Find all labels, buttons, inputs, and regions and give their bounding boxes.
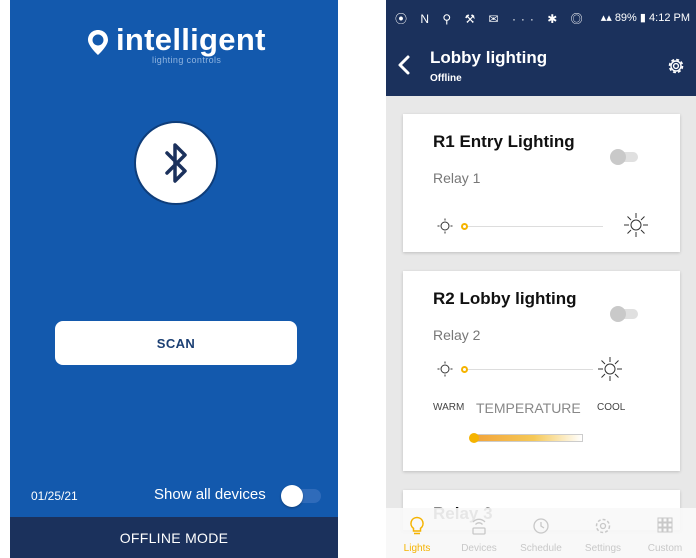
relay-card-subtitle: Relay 2 (433, 327, 481, 343)
bright-sun-icon (624, 213, 648, 237)
toggle-knob (281, 485, 303, 507)
logo-text: intelligent (116, 22, 266, 57)
relay-card[interactable]: R2 Lobby lighting Relay 2 WARM TEMPERATU… (403, 271, 680, 471)
nav-label: Lights (403, 543, 431, 554)
clock-icon (533, 518, 549, 534)
back-arrow-icon[interactable] (396, 54, 412, 76)
nav-tab-schedule[interactable]: Schedule (510, 508, 572, 558)
status-right: ▴▴ 89% ▮ 4:12 PM (601, 11, 690, 24)
temperature-cool-label: COOL (597, 402, 626, 413)
logo-subtitle: lighting controls (152, 55, 222, 65)
show-all-devices-toggle[interactable] (281, 485, 321, 507)
nav-label: Schedule (520, 543, 562, 554)
room-screen: ⦿ N ⚲ ⚒ ✉ ··· ✱ ◎ ▴▴ 89% ▮ 4:12 PM Lobby… (386, 0, 696, 558)
settings-gear-icon[interactable] (666, 56, 686, 76)
nav-tab-lights[interactable]: Lights (386, 508, 448, 558)
brightness-slider-handle[interactable] (461, 223, 468, 230)
bottom-navigation: Lights Devices Schedule Settings Custom (386, 508, 696, 558)
nav-label: Custom (647, 543, 683, 554)
bluetooth-icon (165, 143, 187, 183)
dim-sun-icon (437, 361, 453, 377)
brand-logo: intelligent lighting controls (86, 22, 286, 66)
brightness-slider-track[interactable] (463, 226, 603, 227)
bluetooth-indicator (134, 121, 218, 205)
brightness-slider-handle[interactable] (461, 366, 468, 373)
relay-power-toggle[interactable] (610, 149, 638, 165)
nav-tab-custom[interactable]: Custom (634, 508, 696, 558)
nav-tab-settings[interactable]: Settings (572, 508, 634, 558)
nav-label: Settings (584, 543, 622, 554)
toggle-knob (610, 306, 626, 322)
gear-icon (595, 518, 611, 534)
battery-percent: 89% (614, 12, 637, 24)
status-notification-icons: ⦿ N ⚲ ⚒ ✉ ··· ✱ ◎ (395, 12, 588, 26)
relay-card-title: R2 Lobby lighting (433, 289, 577, 308)
temperature-label: TEMPERATURE (476, 400, 581, 416)
screenshot-stage: intelligent lighting controls SCAN 01/25… (0, 0, 696, 558)
connection-status: Offline (430, 73, 462, 84)
devices-icon (472, 518, 486, 535)
clock-time: 4:12 PM (649, 12, 690, 24)
temperature-warm-label: WARM (433, 402, 465, 413)
signal-icon: ▴▴ (600, 12, 612, 24)
brightness-slider-track[interactable] (463, 369, 593, 370)
bulb-icon (410, 516, 424, 535)
relay-card-title: R1 Entry Lighting (433, 132, 575, 151)
scan-screen: intelligent lighting controls SCAN 01/25… (10, 0, 338, 558)
temperature-slider-track[interactable] (473, 434, 583, 442)
bright-sun-icon (598, 357, 622, 381)
toggle-knob (610, 149, 626, 165)
date-label: 01/25/21 (31, 489, 78, 503)
nav-label: Devices (461, 543, 497, 554)
temperature-slider-handle[interactable] (469, 433, 479, 443)
status-bar: ⦿ N ⚲ ⚒ ✉ ··· ✱ ◎ ▴▴ 89% ▮ 4:12 PM (386, 0, 696, 36)
offline-mode-button[interactable]: OFFLINE MODE (10, 517, 338, 558)
relay-power-toggle[interactable] (610, 306, 638, 322)
app-header: Lobby lighting Offline (386, 36, 696, 96)
nav-tab-devices[interactable]: Devices (448, 508, 510, 558)
page-title: Lobby lighting (430, 48, 548, 67)
location-pin-icon (88, 30, 108, 55)
scan-button[interactable]: SCAN (55, 321, 297, 365)
grid-icon (657, 517, 673, 533)
relay-card-subtitle: Relay 1 (433, 170, 481, 186)
relay-card[interactable]: R1 Entry Lighting Relay 1 (403, 114, 680, 252)
show-all-devices-label: Show all devices (154, 486, 266, 503)
dim-sun-icon (437, 218, 453, 234)
battery-icon: ▮ (639, 12, 646, 24)
